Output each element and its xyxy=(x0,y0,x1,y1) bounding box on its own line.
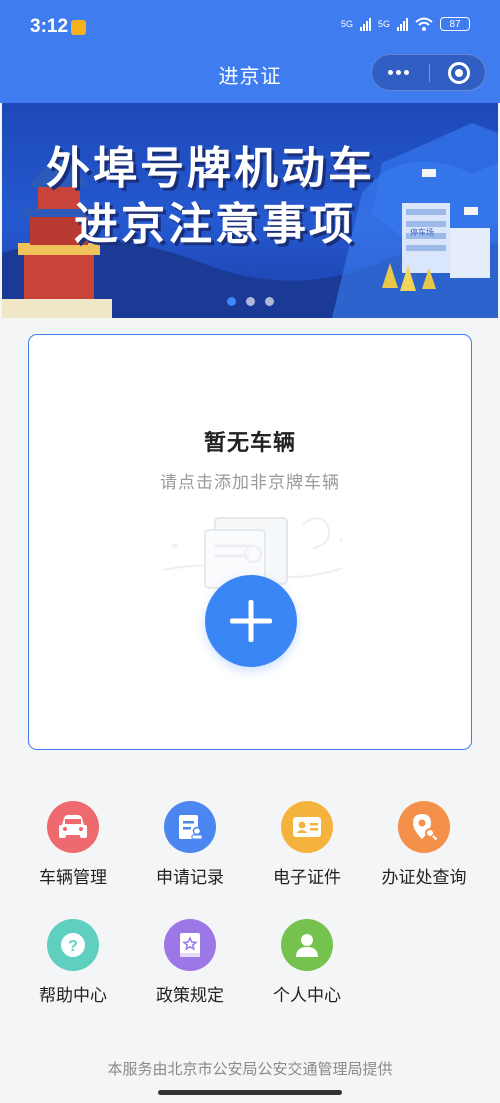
banner-dot-3[interactable] xyxy=(264,297,274,306)
location-search-icon xyxy=(398,801,450,853)
user-icon xyxy=(281,919,333,971)
home-indicator[interactable] xyxy=(158,1090,342,1095)
menu-application-record[interactable]: 申请记录 xyxy=(135,801,245,888)
menu-label: 帮助中心 xyxy=(39,986,107,1006)
menu-vehicle-management[interactable]: 车辆管理 xyxy=(18,801,128,888)
menu-personal-center[interactable]: 个人中心 xyxy=(252,919,362,1006)
network-label-2: 5G xyxy=(377,19,390,29)
menu-electronic-certificate[interactable]: 电子证件 xyxy=(252,801,362,888)
menu-help-center[interactable]: ? 帮助中心 xyxy=(18,919,128,1006)
id-card-icon xyxy=(281,801,333,853)
empty-vehicle-title: 暂无车辆 xyxy=(203,431,296,456)
wifi-icon xyxy=(415,17,433,31)
help-icon: ? xyxy=(47,919,99,971)
status-time: 3:12 xyxy=(30,16,69,37)
more-options-icon[interactable] xyxy=(388,70,409,75)
close-mini-program-icon[interactable] xyxy=(448,62,470,84)
car-icon xyxy=(47,801,99,853)
battery-icon: 87 xyxy=(440,17,470,31)
status-indicators: 5G 5G 87 xyxy=(341,17,470,31)
banner-headline: 外埠号牌机动车 进京注意事项 xyxy=(46,141,375,253)
menu-label: 政策规定 xyxy=(156,986,224,1006)
banner-line-1: 外埠号牌机动车 xyxy=(46,143,375,194)
application-record-icon xyxy=(164,801,216,853)
banner-dot-2[interactable] xyxy=(245,297,255,306)
banner-dot-1[interactable] xyxy=(226,297,236,306)
banner-line-2: 进京注意事项 xyxy=(74,199,356,250)
empty-vehicle-hint: 请点击添加非京牌车辆 xyxy=(160,473,340,493)
signal-icon-2 xyxy=(397,17,408,31)
menu-label: 电子证件 xyxy=(273,868,341,888)
app-notification-icon xyxy=(71,20,86,35)
top-header: 3:12 5G 5G 87 进京证 xyxy=(0,0,500,103)
notice-banner[interactable]: 外埠号牌机动车 进京注意事项 停车场 xyxy=(2,103,498,318)
policy-book-icon xyxy=(164,919,216,971)
menu-label: 车辆管理 xyxy=(39,868,107,888)
plus-icon xyxy=(230,600,272,642)
banner-pagination xyxy=(2,297,498,306)
menu-office-lookup[interactable]: 办证处查询 xyxy=(369,801,479,888)
vehicle-card[interactable]: 暂无车辆 请点击添加非京牌车辆 xyxy=(28,334,472,750)
capsule-divider xyxy=(429,64,430,82)
add-vehicle-button[interactable] xyxy=(205,575,297,667)
mini-program-capsule xyxy=(371,54,486,91)
menu-label: 办证处查询 xyxy=(381,868,467,888)
menu-policy[interactable]: 政策规定 xyxy=(135,919,245,1006)
menu-label: 申请记录 xyxy=(156,868,224,888)
menu-label: 个人中心 xyxy=(273,986,341,1006)
service-provider-note: 本服务由北京市公安局公安交通管理局提供 xyxy=(107,1060,393,1078)
network-label-1: 5G xyxy=(340,19,353,29)
signal-icon xyxy=(359,17,371,31)
svg-text:?: ? xyxy=(68,938,78,955)
banner-parking-sign: 停车场 xyxy=(410,228,434,237)
